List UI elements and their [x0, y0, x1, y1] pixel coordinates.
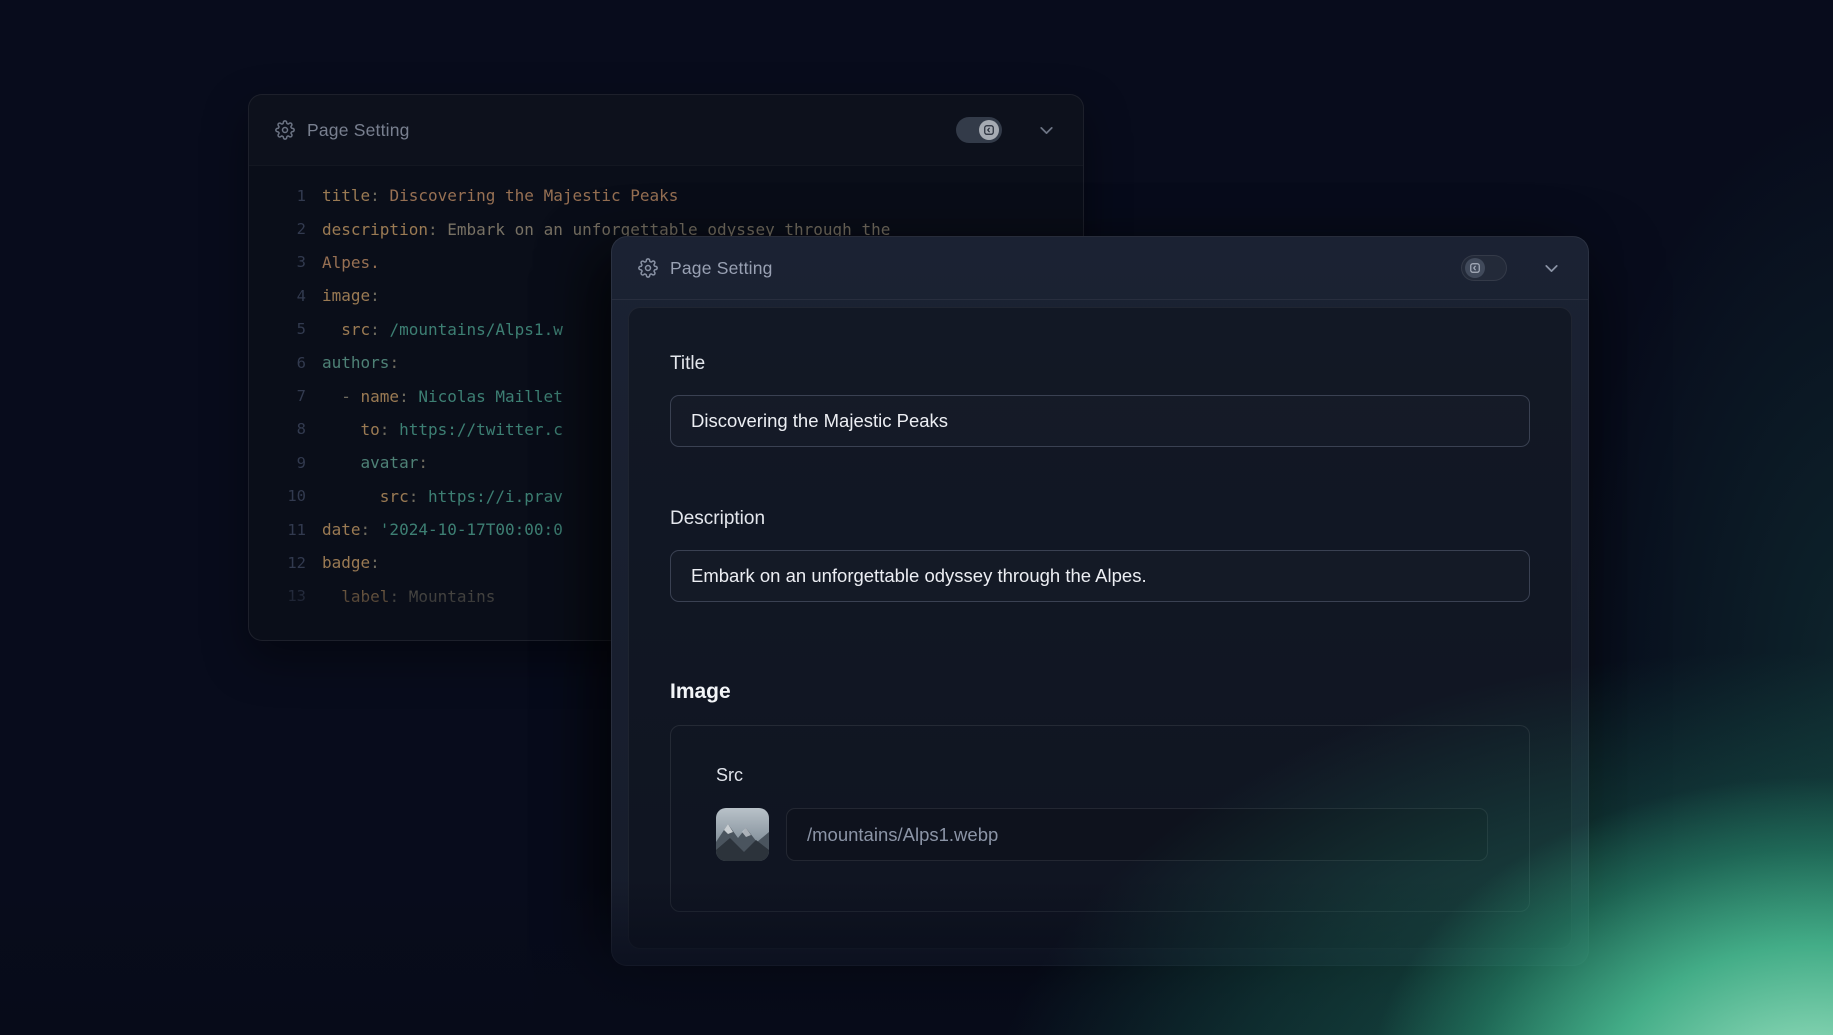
line-number: 10 — [249, 487, 306, 505]
src-input[interactable] — [786, 808, 1488, 861]
code-text: src: https://i.prav — [306, 487, 563, 506]
code-text: avatar: — [306, 453, 428, 472]
back-panel-header: Page Setting — [249, 95, 1083, 165]
line-number: 12 — [249, 554, 306, 572]
code-text: title: Discovering the Majestic Peaks — [306, 186, 678, 205]
screenshot-root: Page Setting 1title: Discovering the Maj… — [0, 0, 1833, 1035]
front-panel-header: Page Setting — [612, 237, 1588, 300]
line-number: 8 — [249, 420, 306, 438]
src-row — [716, 808, 1488, 861]
code-text: date: '2024-10-17T00:00:0 — [306, 520, 563, 539]
toggle-knob — [979, 120, 999, 140]
back-editor-mode-toggle[interactable] — [956, 117, 1002, 143]
code-text: src: /mountains/Alps1.w — [306, 320, 563, 339]
src-field-label: Src — [716, 764, 1488, 786]
line-number: 1 — [249, 187, 306, 205]
toggle-knob — [1465, 258, 1485, 278]
front-editor-mode-toggle[interactable] — [1461, 255, 1507, 281]
title-input[interactable] — [670, 395, 1530, 447]
panel-title: Page Setting — [307, 120, 410, 141]
page-setting-form: Title Description Image Src — [628, 307, 1572, 949]
image-thumbnail[interactable] — [716, 808, 769, 861]
code-text: authors: — [306, 353, 399, 372]
code-text: to: https://twitter.c — [306, 420, 563, 439]
line-number: 11 — [249, 521, 306, 539]
code-icon — [1469, 262, 1481, 274]
line-number: 9 — [249, 454, 306, 472]
code-text: Alpes. — [306, 253, 380, 272]
chevron-down-icon[interactable] — [1036, 120, 1057, 141]
panel-title: Page Setting — [670, 258, 773, 279]
code-text: label: Mountains — [306, 587, 495, 606]
title-field-label: Title — [670, 353, 1530, 375]
code-line: 1title: Discovering the Majestic Peaks — [249, 179, 1083, 212]
line-number: 3 — [249, 253, 306, 271]
chevron-down-icon[interactable] — [1541, 258, 1562, 279]
line-number: 7 — [249, 387, 306, 405]
gear-icon — [638, 258, 658, 278]
gear-icon — [275, 120, 295, 140]
code-text: badge: — [306, 553, 380, 572]
mountain-photo — [716, 808, 769, 861]
description-input[interactable] — [670, 550, 1530, 602]
code-text: - name: Nicolas Maillet — [306, 387, 563, 406]
line-number: 4 — [249, 287, 306, 305]
image-group: Src — [670, 725, 1530, 912]
code-icon — [983, 124, 995, 136]
line-number: 6 — [249, 354, 306, 372]
description-field-label: Description — [670, 508, 1530, 530]
front-page-setting-panel: Page Setting Title Description Image Src — [611, 236, 1589, 966]
code-text: image: — [306, 286, 380, 305]
line-number: 13 — [249, 587, 306, 605]
image-section-heading: Image — [670, 679, 1530, 705]
line-number: 2 — [249, 220, 306, 238]
line-number: 5 — [249, 320, 306, 338]
